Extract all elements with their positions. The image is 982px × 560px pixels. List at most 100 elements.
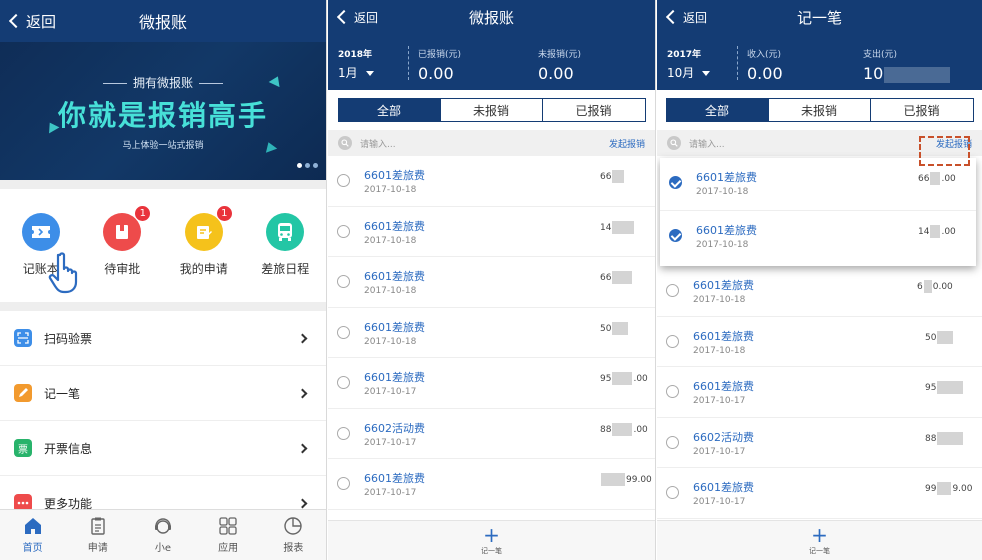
- tab-label: 报表: [283, 543, 304, 554]
- tab-unreimbursed[interactable]: 未报销: [440, 99, 543, 121]
- quick-action-travel[interactable]: 差旅日程: [250, 213, 320, 277]
- tab-home[interactable]: 首页: [8, 516, 58, 554]
- tab-apply[interactable]: 申请: [73, 516, 123, 554]
- item-amount: 95: [925, 381, 964, 394]
- select-radio[interactable]: [669, 229, 682, 242]
- promo-banner[interactable]: 拥有微报账 你就是报销高手 马上体验一站式报销: [0, 42, 326, 180]
- chevron-left-icon: [665, 9, 681, 25]
- menu-item-record[interactable]: 记一笔: [0, 366, 326, 421]
- search-icon: [667, 136, 681, 150]
- item-amount: 14.00: [918, 225, 956, 238]
- tab-unreimbursed[interactable]: 未报销: [768, 99, 871, 121]
- list-item[interactable]: 6601差旅费 2017-10-17 99.00: [328, 459, 655, 510]
- select-radio[interactable]: [666, 334, 679, 348]
- select-radio[interactable]: [666, 435, 679, 449]
- carousel-dot[interactable]: [313, 163, 318, 168]
- amount-visible-part: 14: [918, 227, 930, 237]
- list-item[interactable]: 6601差旅费 2017-10-18 50: [657, 317, 982, 367]
- carousel-dot[interactable]: [297, 163, 302, 168]
- plus-icon: +: [483, 522, 500, 547]
- tab-reports[interactable]: 报表: [268, 516, 318, 554]
- tab-label: 应用: [218, 543, 239, 554]
- list-item[interactable]: 6601差旅费 2017-10-17 99 9.00: [657, 468, 982, 519]
- record-button[interactable]: + 记一笔: [328, 520, 655, 560]
- tab-all[interactable]: 全部: [666, 99, 769, 121]
- pointer-hand-icon: [48, 252, 78, 294]
- menu-item-label: 开票信息: [44, 441, 93, 456]
- amount-visible-part: .00: [941, 227, 956, 237]
- select-radio[interactable]: [337, 477, 350, 490]
- list-item[interactable]: 6601差旅费 2017-10-18 14: [328, 207, 655, 257]
- back-label: 返回: [683, 10, 708, 25]
- item-date: 2017-10-18: [364, 185, 417, 195]
- quick-action-approval[interactable]: 1 待审批: [87, 205, 157, 277]
- notification-badge: 1: [134, 205, 152, 222]
- list-item[interactable]: 6601差旅费 2017-10-18 66: [328, 257, 655, 308]
- unreimbursed-label: 未报销(元): [538, 50, 582, 60]
- quick-action-my-request[interactable]: 1 我的申请: [169, 205, 239, 277]
- list-item[interactable]: 6601差旅费 2017-10-18 66: [328, 156, 655, 207]
- tab-reimbursed[interactable]: 已报销: [870, 99, 973, 121]
- item-date: 2017-10-18: [364, 286, 417, 296]
- menu-item-invoice-info[interactable]: 票 开票信息: [0, 421, 326, 476]
- search-input[interactable]: 请输入...: [360, 137, 609, 150]
- select-radio[interactable]: [337, 325, 350, 339]
- list-item[interactable]: 6602活动费 2017-10-17 88.00: [328, 409, 655, 459]
- item-title: 6601差旅费: [364, 371, 425, 384]
- item-title: 6601差旅费: [693, 481, 754, 494]
- item-title: 6601差旅费: [364, 219, 425, 233]
- back-button[interactable]: 返回: [336, 0, 378, 34]
- tab-apps[interactable]: 应用: [203, 516, 253, 554]
- amount-visible-part: .00: [633, 424, 648, 435]
- list-item[interactable]: 6601差旅费 2017-10-17 95: [657, 367, 982, 418]
- item-title: 6602活动费: [693, 430, 754, 444]
- amount-visible-part: 99.00: [626, 475, 652, 485]
- select-radio[interactable]: [337, 224, 350, 238]
- amount-redacted: [612, 271, 633, 284]
- month-picker[interactable]: 1月: [338, 64, 374, 81]
- select-radio[interactable]: [666, 385, 679, 398]
- expense-amount: 10: [863, 64, 951, 83]
- month-picker[interactable]: 10月: [667, 64, 711, 81]
- amount-visible-part: 0.00: [932, 282, 953, 292]
- carousel-dots[interactable]: [297, 163, 318, 168]
- item-title: 6601差旅费: [693, 380, 754, 393]
- list-item[interactable]: 6601差旅费 2017-10-17 95.00: [328, 358, 655, 409]
- amount-visible-part: 66: [918, 174, 930, 184]
- search-input[interactable]: 请输入...: [689, 137, 936, 150]
- amount-redacted: [612, 220, 635, 234]
- year-label: 2017年: [667, 50, 702, 60]
- summary-header: 2017年 10月 收入(元) 0.00 支出(元) 10: [657, 34, 982, 90]
- carousel-dot[interactable]: [305, 163, 310, 168]
- select-radio[interactable]: [666, 486, 679, 499]
- item-amount: 99 9.00: [925, 482, 973, 495]
- home-icon: [24, 518, 41, 534]
- tab-reimbursed[interactable]: 已报销: [542, 99, 645, 121]
- item-amount: 66: [600, 170, 625, 183]
- quick-action-label: 我的申请: [179, 262, 228, 276]
- caret-down-icon: [365, 71, 374, 76]
- select-radio[interactable]: [669, 176, 682, 189]
- list-item[interactable]: 6602活动费 2017-10-17 88: [657, 418, 982, 468]
- item-amount: 99.00: [600, 473, 652, 486]
- select-radio[interactable]: [337, 376, 350, 389]
- record-button[interactable]: + 记一笔: [657, 520, 982, 560]
- start-reimbursement-button[interactable]: 发起报销: [609, 137, 645, 150]
- menu-item-scan-invoice[interactable]: 扫码验票: [0, 311, 326, 366]
- select-radio[interactable]: [337, 174, 350, 187]
- amount-redacted: [612, 422, 633, 436]
- select-radio[interactable]: [337, 275, 350, 288]
- tab-all[interactable]: 全部: [338, 99, 441, 121]
- item-title: 6601差旅费: [364, 270, 425, 283]
- menu-item-label: 记一笔: [44, 386, 81, 401]
- list-item[interactable]: 6601差旅费 2017-10-18 14.00: [660, 211, 976, 264]
- select-radio[interactable]: [337, 426, 350, 440]
- back-button[interactable]: 返回: [665, 0, 707, 34]
- list-item[interactable]: 6601差旅费 2017-10-18 50: [328, 308, 655, 358]
- back-button[interactable]: 返回: [8, 0, 56, 42]
- tab-assistant[interactable]: 小e: [138, 516, 188, 554]
- amount-visible-part: 95: [925, 383, 937, 393]
- tab-label: 小e: [154, 543, 172, 554]
- select-radio[interactable]: [666, 284, 679, 297]
- list-item[interactable]: 6601差旅费 2017-10-18 6 0.00: [657, 266, 982, 317]
